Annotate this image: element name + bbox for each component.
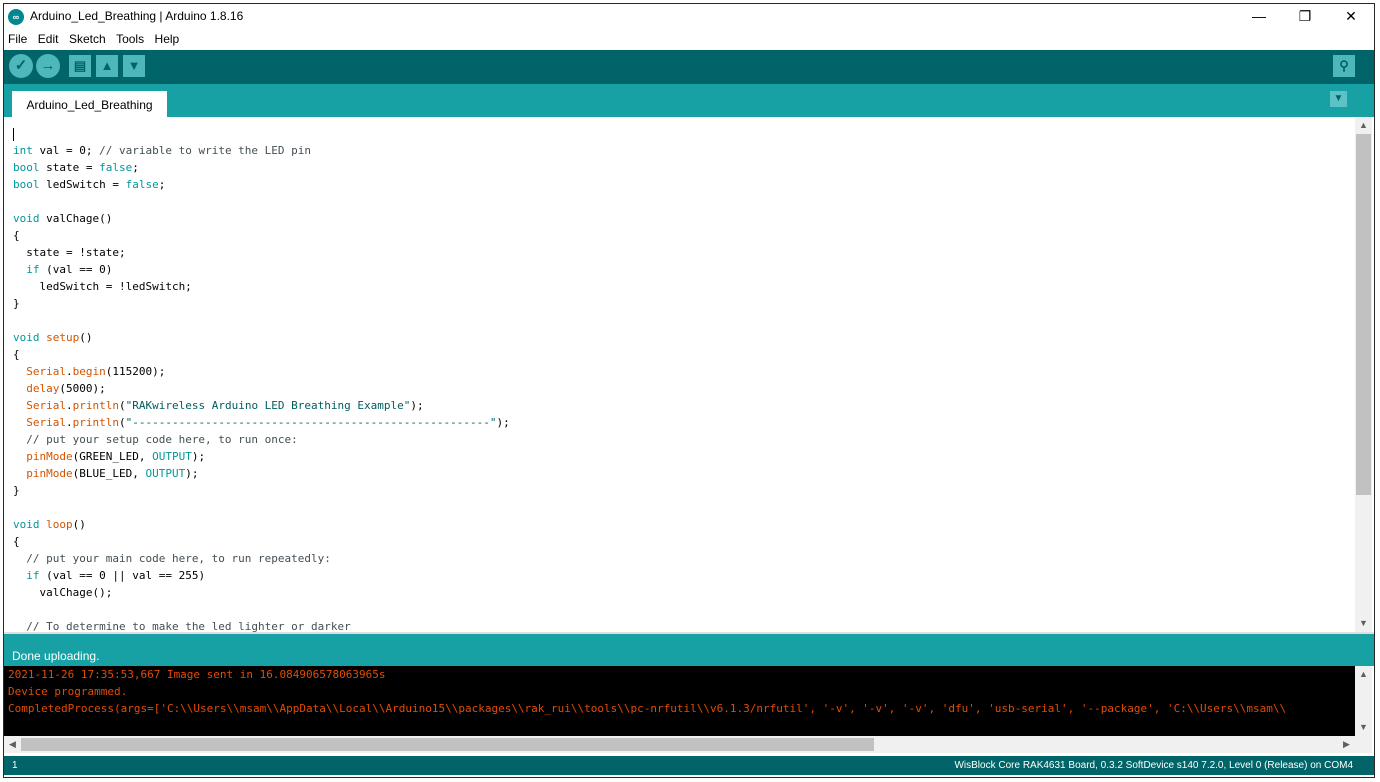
magnifier-icon: ⚲ — [1339, 58, 1349, 73]
scrollbar-corner — [1355, 736, 1372, 753]
console-hscroll-thumb[interactable] — [21, 738, 874, 751]
editor-scroll-thumb[interactable] — [1356, 134, 1371, 495]
console-vertical-scrollbar[interactable]: ▲ ▼ — [1355, 666, 1372, 736]
status-bar: Done uploading. — [4, 634, 1374, 666]
tab-arduino-led-breathing[interactable]: Arduino_Led_Breathing — [12, 91, 167, 117]
arduino-logo-icon: ∞ — [8, 9, 24, 25]
line-number: 1 — [12, 760, 18, 771]
new-sketch-button[interactable]: ▤ — [69, 55, 91, 77]
title-bar[interactable]: ∞ Arduino_Led_Breathing | Arduino 1.8.16… — [4, 4, 1374, 30]
status-message: Done uploading. — [12, 649, 100, 663]
console-line: Device programmed. — [8, 685, 128, 698]
new-file-icon: ▤ — [73, 58, 87, 73]
arrow-right-icon: → — [40, 57, 56, 74]
code-editor[interactable]: int val = 0; // variable to write the LE… — [4, 117, 1355, 632]
console-horizontal-scrollbar[interactable]: ◀ ▶ — [4, 736, 1355, 753]
scroll-right-icon[interactable]: ▶ — [1338, 736, 1355, 753]
scroll-up-icon[interactable]: ▲ — [1355, 117, 1372, 134]
console-scroll-down-icon[interactable]: ▼ — [1355, 719, 1372, 736]
menu-help[interactable]: Help — [151, 30, 182, 46]
verify-button[interactable]: ✓ — [9, 54, 33, 78]
checkmark-icon: ✓ — [14, 57, 28, 74]
save-sketch-button[interactable]: ▼ — [123, 55, 145, 77]
toolbar: ✓ → ▤ ▲ ▼ ⚲ — [4, 50, 1374, 84]
board-info: WisBlock Core RAK4631 Board, 0.3.2 SoftD… — [954, 760, 1353, 771]
source-code[interactable]: int val = 0; // variable to write the LE… — [4, 117, 1355, 632]
minimize-icon[interactable]: — — [1236, 4, 1282, 30]
console-output[interactable]: 2021-11-26 17:35:53,667 Image sent in 16… — [4, 666, 1355, 736]
chevron-down-icon: ▼ — [1333, 93, 1344, 104]
restore-icon[interactable]: ❐ — [1282, 4, 1328, 30]
menu-edit[interactable]: Edit — [34, 30, 61, 46]
console-line: 2021-11-26 17:35:53,667 Image sent in 16… — [8, 668, 386, 681]
menu-sketch[interactable]: Sketch — [65, 30, 108, 46]
footer-bar: 1 WisBlock Core RAK4631 Board, 0.3.2 Sof… — [4, 756, 1374, 775]
editor-vertical-scrollbar[interactable]: ▲ ▼ — [1355, 117, 1372, 632]
menu-tools[interactable]: Tools — [112, 30, 146, 46]
console-scroll-up-icon[interactable]: ▲ — [1355, 666, 1372, 683]
close-icon[interactable]: ✕ — [1328, 4, 1374, 30]
text-cursor — [13, 127, 14, 141]
console-line: CompletedProcess(args=['C:\\Users\\msam\… — [8, 702, 1287, 715]
tab-bar: Arduino_Led_Breathing ▼ — [4, 84, 1374, 117]
serial-monitor-button[interactable]: ⚲ — [1333, 55, 1355, 77]
menu-file[interactable]: File — [4, 30, 29, 46]
arrow-down-icon: ▼ — [127, 58, 141, 73]
tab-menu-button[interactable]: ▼ — [1330, 91, 1347, 107]
menu-bar: File Edit Sketch Tools Help — [4, 30, 1374, 51]
scroll-down-icon[interactable]: ▼ — [1355, 615, 1372, 632]
arrow-up-icon: ▲ — [100, 58, 114, 73]
arduino-ide-window: ∞ Arduino_Led_Breathing | Arduino 1.8.16… — [3, 3, 1375, 778]
window-title: Arduino_Led_Breathing | Arduino 1.8.16 — [30, 9, 244, 23]
upload-button[interactable]: → — [36, 54, 60, 78]
open-sketch-button[interactable]: ▲ — [96, 55, 118, 77]
scroll-left-icon[interactable]: ◀ — [4, 736, 21, 753]
